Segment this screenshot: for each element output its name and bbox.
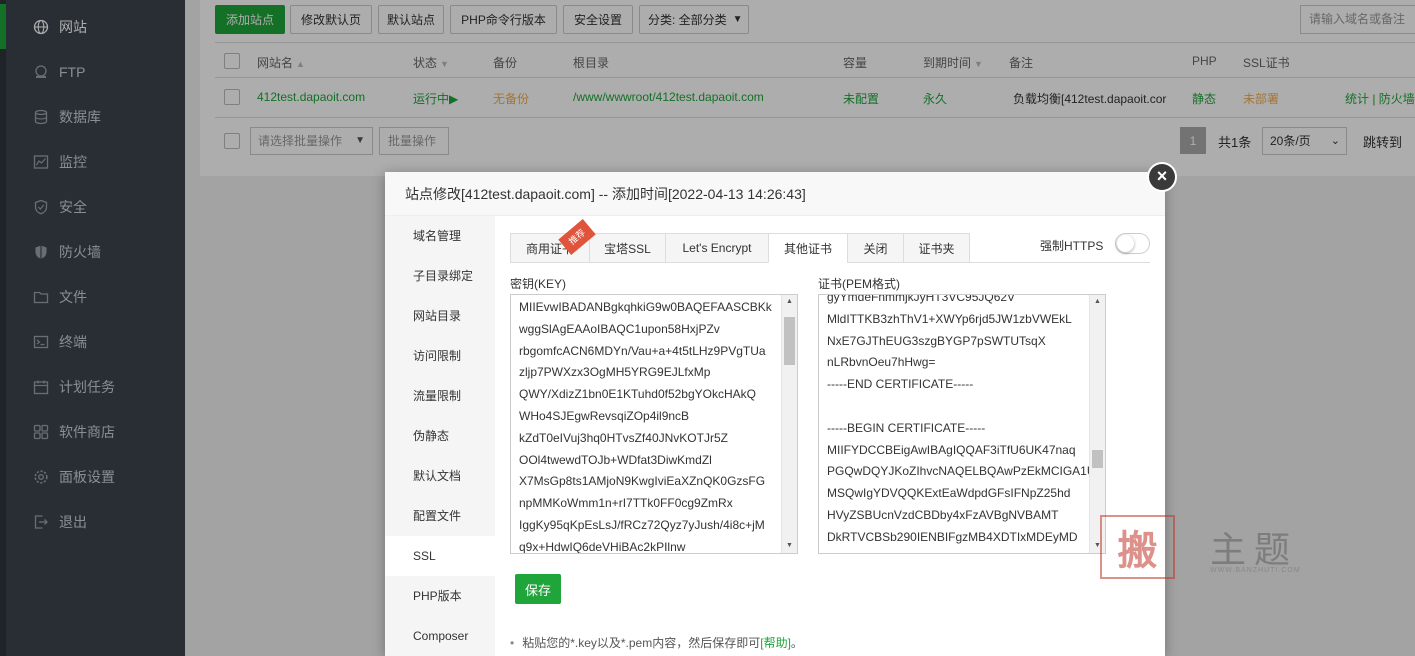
side-item-subdir[interactable]: 子目录绑定 bbox=[385, 256, 495, 296]
tab-bt-ssl[interactable]: 宝塔SSL bbox=[589, 233, 666, 263]
tip-end: 。 bbox=[790, 636, 803, 650]
scroll-thumb[interactable] bbox=[1092, 450, 1103, 468]
scroll-up-icon[interactable]: ▲ bbox=[1090, 295, 1105, 309]
text-line: npMMKoWmm1n+rI7TTk0FF0cg9ZmRx bbox=[519, 496, 733, 511]
text-line: MIIFYDCCBEigAwIBAgIQQAF3iTfU6UK47naq bbox=[827, 442, 1076, 457]
save-button[interactable]: 保存 bbox=[515, 574, 561, 604]
text-line: MldITTKB3zhThV1+XWYp6rjd5JW1zbVWEkL bbox=[827, 311, 1072, 326]
watermark-text: 主题 bbox=[1210, 530, 1299, 571]
tab-cert-folder[interactable]: 证书夹 bbox=[903, 233, 970, 263]
site-edit-modal: 站点修改[412test.dapaoit.com] -- 添加时间[2022-0… bbox=[385, 172, 1165, 656]
close-modal-button[interactable]: × bbox=[1147, 162, 1177, 192]
tab-lets-encrypt[interactable]: Let's Encrypt bbox=[665, 233, 769, 263]
modal-title: 站点修改[412test.dapaoit.com] -- 添加时间[2022-0… bbox=[385, 172, 1165, 216]
cert-textarea[interactable]: gyYmdeFnmmjkJyHT3VC95JQ62V MldITTKB3zhThV… bbox=[818, 294, 1106, 554]
text-line: WHo4SJEgwRevsqiZOp4il9ncB bbox=[519, 408, 690, 423]
side-item-php-version[interactable]: PHP版本 bbox=[385, 576, 495, 616]
text-line: IggKy95qKpEsLsJ/fRCz72Qyz7yJush/4i8c+jM bbox=[519, 517, 765, 532]
text-line: q9x+HdwIQ6deVHiBAc2kPIlnw bbox=[519, 539, 686, 554]
text-line: gyYmdeFnmmjkJyHT3VC95JQ62V bbox=[827, 294, 1016, 304]
bullet-icon: • bbox=[510, 636, 515, 650]
ssl-tip: • 粘贴您的*.key以及*.pem内容，然后保存即可[帮助]。 bbox=[510, 634, 803, 651]
side-item-access-limit[interactable]: 访问限制 bbox=[385, 336, 495, 376]
cert-label: 证书(PEM格式) bbox=[818, 277, 900, 291]
text-line: X7MsGp8ts1AMjoN9KwgIviEaXZnQK0GzsFG bbox=[519, 474, 766, 489]
text-line: kZdT0eIVuj3hq0HTvsZf40JNvKOTJr5Z bbox=[519, 430, 728, 445]
text-line: MSQwIgYDVQQKExtEaWdpdGFsIFNpZ25hd bbox=[827, 486, 1071, 501]
key-label: 密钥(KEY) bbox=[510, 277, 567, 291]
side-item-config-file[interactable]: 配置文件 bbox=[385, 496, 495, 536]
side-item-domain[interactable]: 域名管理 bbox=[385, 216, 495, 256]
side-item-traffic-limit[interactable]: 流量限制 bbox=[385, 376, 495, 416]
side-item-composer[interactable]: Composer bbox=[385, 616, 495, 656]
tip-text: 粘贴您的*.key以及*.pem内容，然后保存即可 bbox=[522, 636, 761, 650]
text-line bbox=[827, 396, 1089, 418]
text-line: MIIEvwIBADANBgkqhkiG9w0BAQEFAASCBKk bbox=[519, 300, 772, 314]
side-item-ssl[interactable]: SSL bbox=[385, 536, 495, 576]
key-scrollbar[interactable]: ▲ ▼ bbox=[781, 295, 797, 553]
text-line: QWY/XdizZ1bn0E1KTuhd0f52bgYOkcHAkQ bbox=[519, 387, 756, 402]
scroll-thumb[interactable] bbox=[784, 317, 795, 365]
text-line: wggSlAgEAAoIBAQC1upon58HxjPZv bbox=[519, 321, 720, 336]
text-line: -----BEGIN CERTIFICATE----- bbox=[827, 420, 986, 435]
scroll-down-icon[interactable]: ▼ bbox=[782, 539, 797, 553]
watermark-stamp: 搬 bbox=[1100, 515, 1175, 579]
side-item-site-dir[interactable]: 网站目录 bbox=[385, 296, 495, 336]
tab-other-cert[interactable]: 其他证书 bbox=[768, 233, 848, 263]
text-line: PGQwDQYJKoZIhvcNAQELBQAwPzEkMCIGA1UEChMb… bbox=[827, 464, 1089, 479]
text-line: zljp7PWXzx3OgMH5YRG9EJLfxMp bbox=[519, 365, 711, 380]
force-https-toggle[interactable] bbox=[1115, 233, 1150, 254]
tab-close-ssl[interactable]: 关闭 bbox=[847, 233, 904, 263]
key-text: MIIEvwIBADANBgkqhkiG9w0BAQEFAASCBKk wggSl… bbox=[519, 297, 781, 554]
text-line: NxE7GJThEUG3szgBYGP7pSWTUTsqX bbox=[827, 333, 1046, 348]
text-line: nLRbvnOeu7hHwg= bbox=[827, 355, 936, 370]
close-icon: × bbox=[1149, 164, 1175, 190]
side-item-rewrite[interactable]: 伪静态 bbox=[385, 416, 495, 456]
text-line: -----END CERTIFICATE----- bbox=[827, 377, 974, 392]
watermark: 搬 主题 WWW.BANZHUTI.COM bbox=[1100, 515, 1330, 580]
text-line: HVyZSBUcnVzdCBDby4xFzAVBgNVBAMT bbox=[827, 507, 1059, 522]
text-line: rbgomfcACN6MDYn/Vau+a+4t5tLHz9PVgTUa bbox=[519, 343, 766, 358]
force-https-label: 强制HTTPS bbox=[1040, 239, 1104, 253]
side-item-default-doc[interactable]: 默认文档 bbox=[385, 456, 495, 496]
scroll-up-icon[interactable]: ▲ bbox=[782, 295, 797, 309]
watermark-sub: WWW.BANZHUTI.COM bbox=[1210, 567, 1301, 574]
cert-text: gyYmdeFnmmjkJyHT3VC95JQ62V MldITTKB3zhThV… bbox=[827, 294, 1089, 549]
key-textarea[interactable]: MIIEvwIBADANBgkqhkiG9w0BAQEFAASCBKk wggSl… bbox=[510, 294, 798, 554]
modal-side-menu: 域名管理 子目录绑定 网站目录 访问限制 流量限制 伪静态 默认文档 配置文件 … bbox=[385, 216, 495, 656]
text-line: DkRTVCBSb290IENBIFgzMB4XDTIxMDEyMD bbox=[827, 529, 1078, 544]
help-link[interactable]: [帮助] bbox=[760, 636, 791, 650]
text-line: OOl4twewdTOJb+WDfat3DiwKmdZl bbox=[519, 452, 712, 467]
